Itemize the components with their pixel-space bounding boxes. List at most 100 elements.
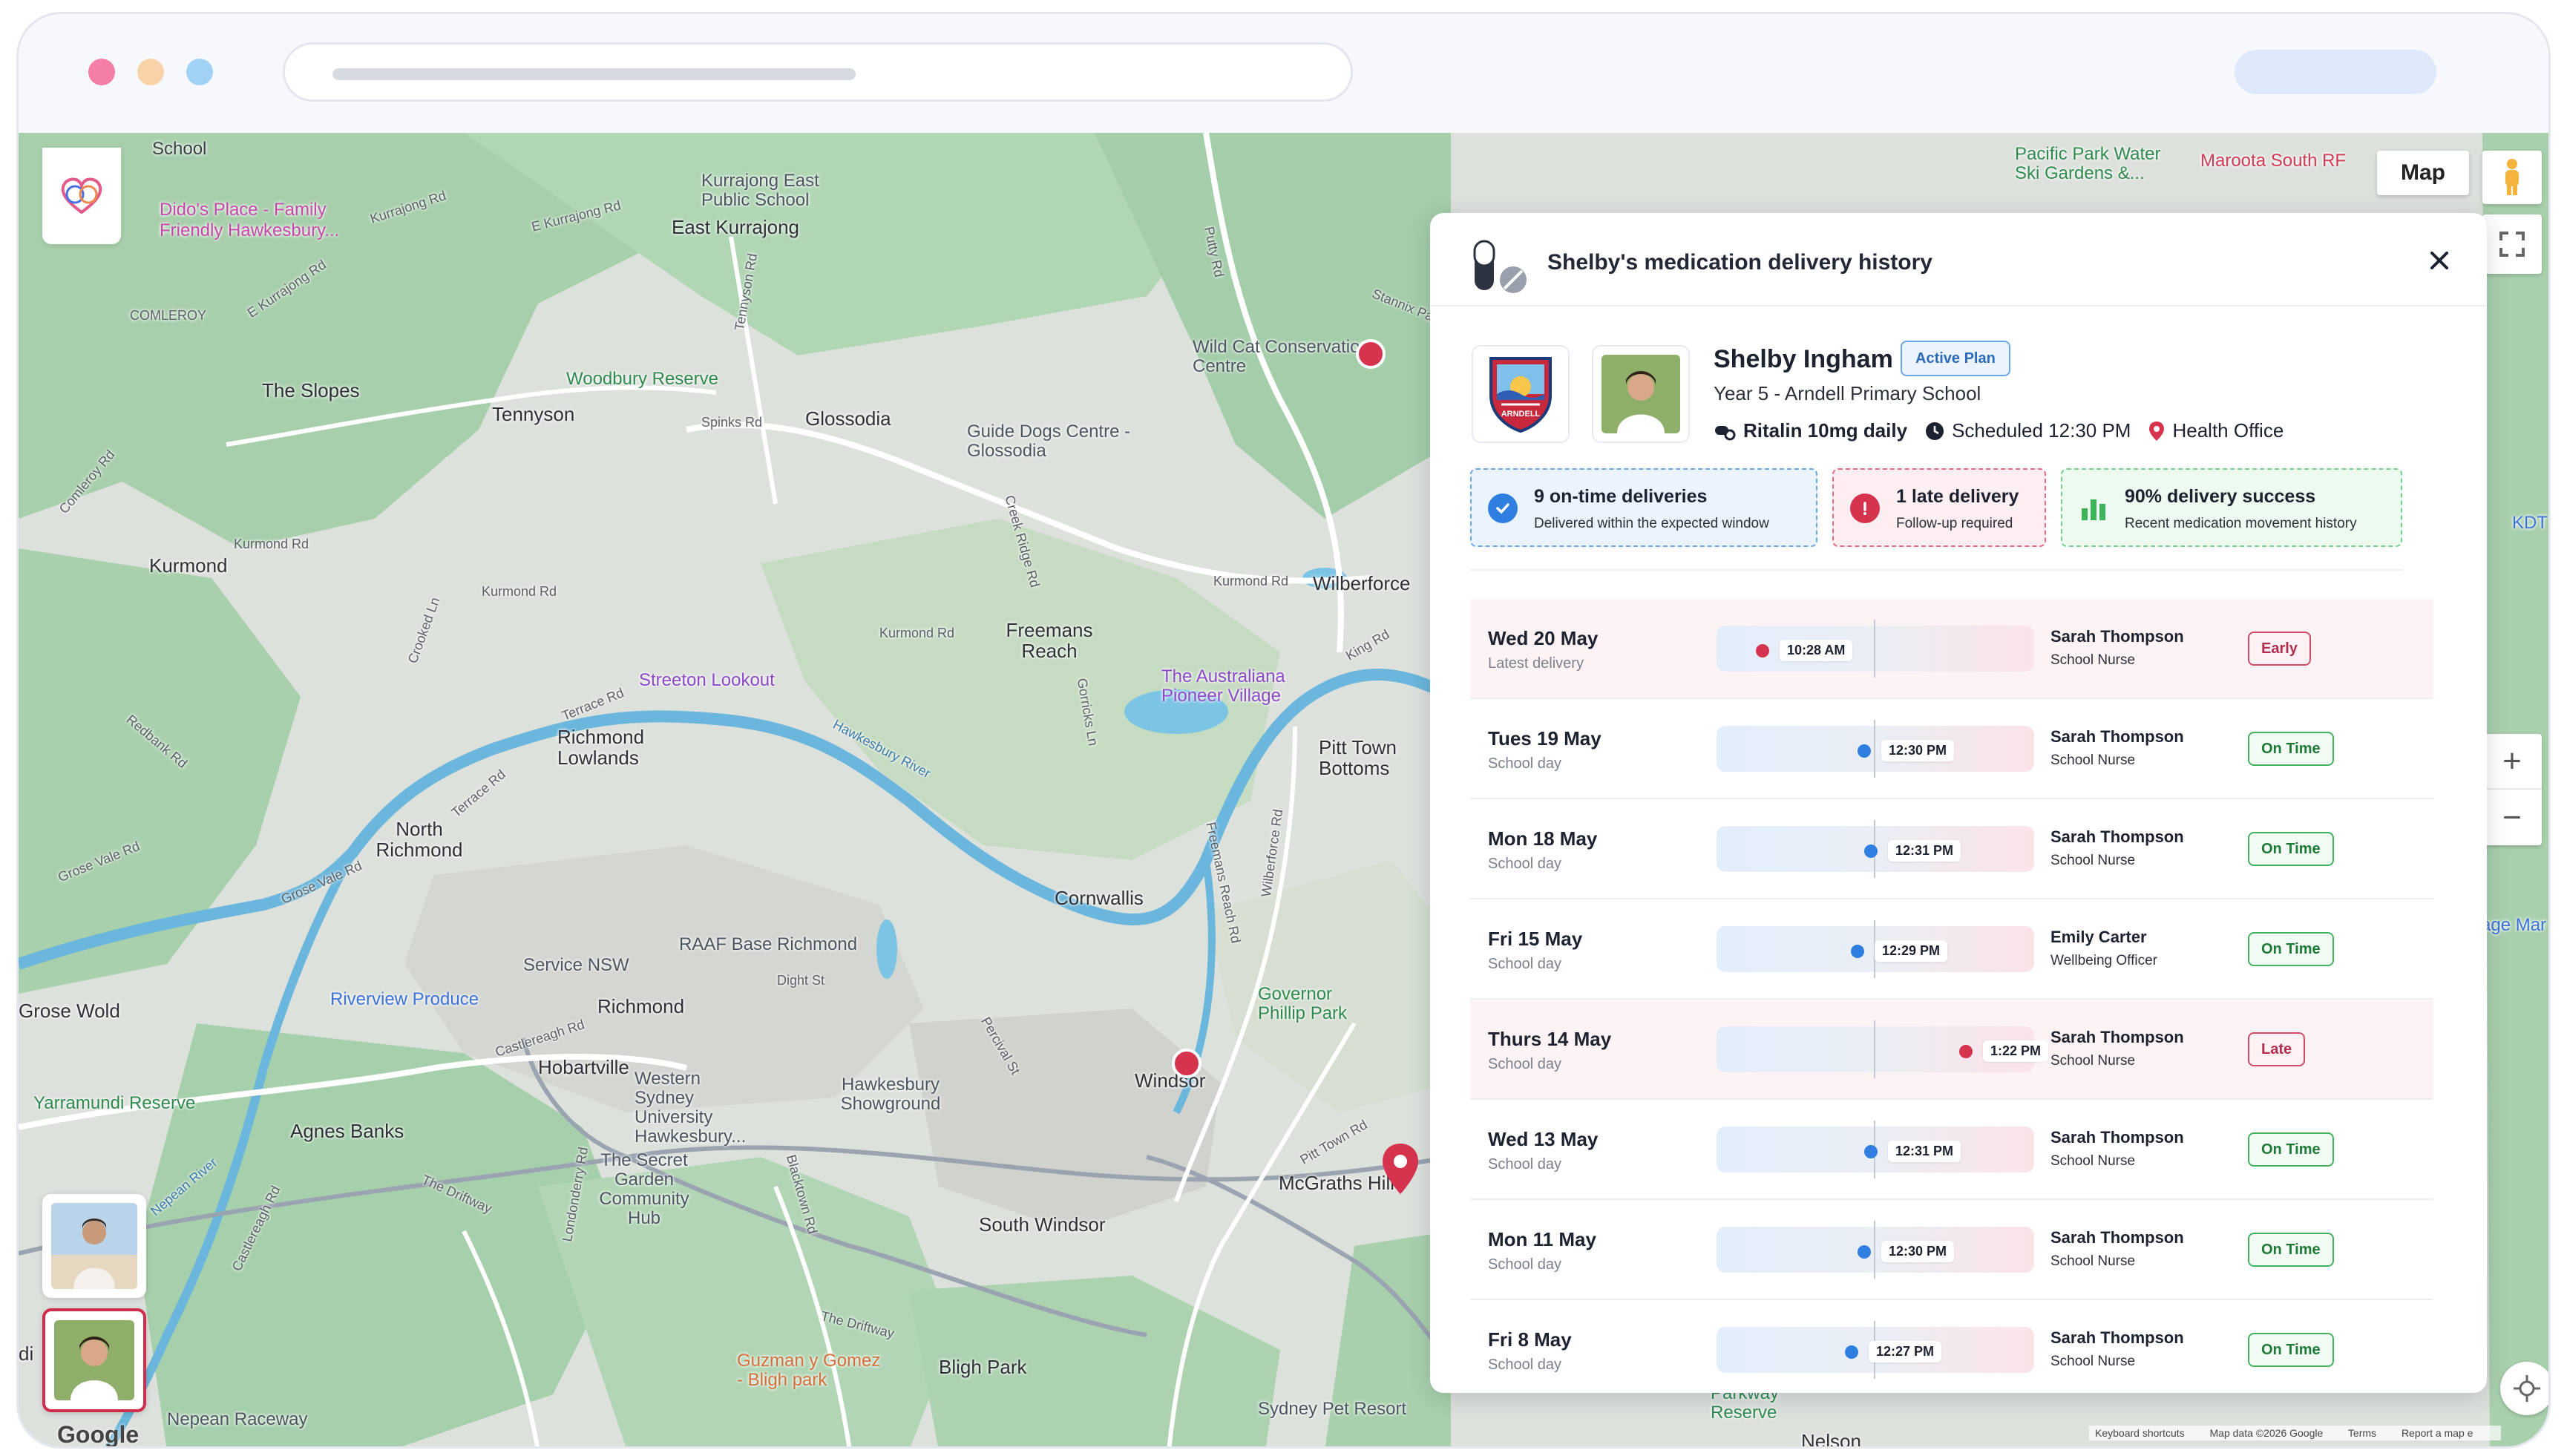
check-circle-icon	[1488, 493, 1518, 523]
student-thumbnail-selected[interactable]	[42, 1308, 146, 1412]
delivery-time-marker: 12:30 PM	[1858, 740, 1955, 761]
map-label-tennyson: Tennyson	[492, 403, 575, 425]
keyboard-shortcuts-link[interactable]: Keyboard shortcuts	[2095, 1427, 2185, 1439]
map-label-governor-phillip[interactable]: Governor Phillip Park	[1258, 985, 1384, 1023]
delivery-date: Tues 19 May	[1488, 727, 1601, 750]
map-label-hobartville: Hobartville	[538, 1056, 629, 1078]
map-label-pacific-park[interactable]: Pacific Park Water Ski Gardens &...	[2015, 145, 2178, 183]
map-type-button[interactable]: Map	[2377, 151, 2469, 195]
map-label-service-nsw[interactable]: Service NSW	[523, 955, 629, 976]
success-stat-sub: Recent medication movement history	[2125, 516, 2357, 531]
road-kurmond: Kurmond Rd	[234, 537, 309, 551]
map-view[interactable]: School Dido's Place - Family Friendly Ha…	[19, 133, 2548, 1446]
school-crest: ARNDELL	[1472, 345, 1570, 443]
delivery-date: Mon 18 May	[1488, 827, 1598, 850]
app-logo-button[interactable]	[42, 148, 121, 244]
pill-icon	[1715, 425, 1736, 440]
delivery-row[interactable]: Wed 13 May School day 12:31 PM Sarah Thomps…	[1470, 1100, 2433, 1200]
map-pin-icon[interactable]	[1381, 1142, 1420, 1196]
map-label-grose-wold: Grose Wold	[19, 1000, 120, 1022]
student-photo	[51, 1203, 137, 1289]
map-label-yarramundi[interactable]: Yarramundi Reserve	[33, 1093, 195, 1114]
terms-link[interactable]: Terms	[2348, 1427, 2376, 1439]
close-button[interactable]	[2425, 246, 2454, 275]
map-label-sydney-pet-resort[interactable]: Sydney Pet Resort	[1258, 1399, 1406, 1420]
student-photo	[54, 1320, 134, 1400]
recenter-button[interactable]	[2500, 1362, 2548, 1415]
delivery-dot	[1851, 944, 1864, 958]
fullscreen-button[interactable]	[2482, 214, 2542, 274]
map-label-kurrajong-east-school[interactable]: Kurrajong East Public School	[701, 171, 850, 210]
staff-name: Sarah Thompson	[2050, 827, 2184, 846]
map-label-nepean-raceway[interactable]: Nepean Raceway	[167, 1409, 307, 1430]
road-kurmond-2: Kurmond Rd	[482, 584, 557, 599]
delivery-day-note: School day	[1488, 1357, 1561, 1373]
road-kurmond-3: Kurmond Rd	[879, 626, 955, 640]
browser-toolbar	[19, 14, 2548, 133]
delivery-row[interactable]: Fri 15 May School day 12:29 PM Emily Carter…	[1470, 899, 2433, 1000]
report-link[interactable]: Report a map e	[2402, 1427, 2473, 1439]
location-pin-dot[interactable]	[1354, 338, 1387, 370]
active-plan-badge: Active Plan	[1901, 341, 2010, 376]
map-label-guzman[interactable]: Guzman y Gomez - Bligh park	[737, 1351, 885, 1390]
ontime-stat-card: 9 on-time deliveries Delivered within th…	[1470, 468, 1817, 547]
delivery-row[interactable]: Thurs 14 May School day 1:22 PM Sarah Thomp…	[1470, 1000, 2433, 1100]
map-label-didos[interactable]: Dido's Place - Family Friendly Hawkesbur…	[160, 200, 353, 241]
map-label-western-sydney-uni[interactable]: Western Sydney University Hawkesbury...	[635, 1069, 761, 1147]
delivery-dot	[1959, 1044, 1973, 1058]
success-stat-title: 90% delivery success	[2125, 486, 2316, 507]
delivery-dot	[1858, 1245, 1871, 1259]
map-label-raaf[interactable]: RAAF Base Richmond	[679, 934, 857, 955]
delivery-row[interactable]: Wed 20 May Latest delivery 10:28 AM Sarah T…	[1470, 599, 2433, 699]
delivery-row[interactable]: Mon 18 May School day 12:31 PM Sarah Thomps…	[1470, 799, 2433, 899]
status-badge: On Time	[2248, 1233, 2334, 1267]
delivery-time: 12:31 PM	[1888, 1141, 1961, 1162]
maximize-window-button[interactable]	[186, 59, 213, 85]
location-pin-dot[interactable]	[1170, 1047, 1203, 1080]
success-stat-card: 90% delivery success Recent medication m…	[2061, 468, 2402, 547]
zoom-in-button[interactable]: +	[2482, 734, 2542, 790]
student-avatar	[1592, 345, 1690, 443]
delivery-row[interactable]: Mon 11 May School day 12:30 PM Sarah Thomps…	[1470, 1200, 2433, 1300]
scheduled-time: Scheduled 12:30 PM	[1952, 419, 2131, 442]
map-label-maroota[interactable]: Maroota South RF	[2200, 151, 2346, 171]
map-label-guide-dogs[interactable]: Guide Dogs Centre - Glossodia	[967, 422, 1138, 461]
staff-role: School Nurse	[2050, 853, 2136, 868]
map-label-australiana[interactable]: The Australiana Pioneer Village	[1161, 667, 1332, 706]
delivery-row[interactable]: Tues 19 May School day 12:30 PM Sarah Thomp…	[1470, 699, 2433, 799]
ontime-stat-sub: Delivered within the expected window	[1534, 516, 1769, 531]
address-bar[interactable]	[283, 42, 1353, 102]
map-label-kurmond: Kurmond	[149, 554, 228, 577]
map-label-wild-cat[interactable]: Wild Cat Conservation Centre	[1193, 338, 1371, 376]
delivery-time: 1:22 PM	[1983, 1040, 2049, 1062]
map-label-riverview[interactable]: Riverview Produce	[330, 989, 479, 1010]
panel-header: Shelby's medication delivery history	[1430, 213, 2487, 306]
close-window-button[interactable]	[88, 59, 115, 85]
delivery-time-marker: 10:28 AM	[1756, 640, 1853, 661]
map-label-woodbury[interactable]: Woodbury Reserve	[566, 369, 718, 390]
staff-role: School Nurse	[2050, 1253, 2136, 1269]
delivery-timeline: 12:29 PM	[1717, 920, 2034, 978]
delivery-time: 12:27 PM	[1869, 1341, 1942, 1362]
map-label-streeton[interactable]: Streeton Lookout	[639, 670, 775, 691]
divider	[1470, 569, 2402, 571]
map-label-the-slopes: The Slopes	[262, 379, 360, 401]
panel-title: Shelby's medication delivery history	[1547, 250, 1932, 275]
delivery-time: 12:29 PM	[1875, 940, 1948, 962]
map-label-showground[interactable]: Hawkesbury Showground	[827, 1075, 954, 1114]
late-stat-title: 1 late delivery	[1896, 486, 2019, 507]
delivery-timeline: 1:22 PM	[1717, 1020, 2049, 1078]
toolbar-action-button[interactable]	[2235, 50, 2436, 94]
pegman-button[interactable]	[2482, 151, 2542, 204]
delivery-time: 10:28 AM	[1780, 640, 1853, 661]
student-thumbnail[interactable]	[42, 1194, 146, 1298]
delivery-time-marker: 12:29 PM	[1851, 940, 1948, 962]
minimize-window-button[interactable]	[137, 59, 164, 85]
map-label-wilberforce: Wilberforce	[1313, 572, 1411, 594]
staff-role: School Nurse	[2050, 1053, 2136, 1069]
map-label-secret-garden[interactable]: The Secret Garden Community Hub	[589, 1151, 700, 1228]
delivery-row[interactable]: Fri 8 May School day 12:27 PM Sarah Thompso…	[1470, 1300, 2433, 1393]
road-spinks: Spinks Rd	[701, 415, 763, 430]
zoom-out-button[interactable]: −	[2482, 790, 2542, 845]
pill-capsule-icon	[1472, 240, 1531, 298]
